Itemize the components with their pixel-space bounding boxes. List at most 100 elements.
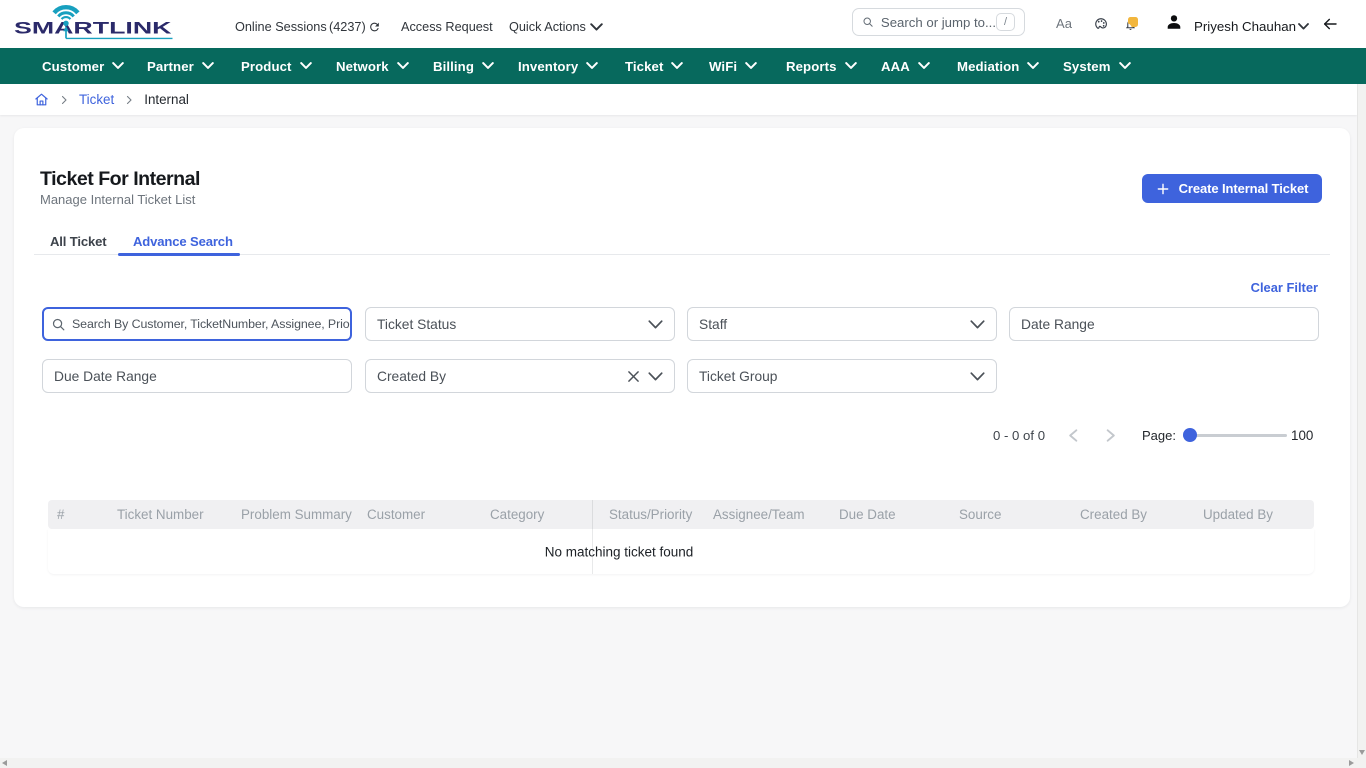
chevron-down-icon bbox=[1119, 62, 1131, 70]
nav-item-label: Mediation bbox=[957, 59, 1019, 74]
home-icon bbox=[34, 92, 49, 107]
nav-item-reports[interactable]: Reports bbox=[786, 48, 857, 84]
chevron-down-icon bbox=[1027, 62, 1039, 70]
ticket-group-select[interactable]: Ticket Group bbox=[687, 359, 997, 393]
empty-state-text: No matching ticket found bbox=[545, 544, 694, 559]
nav-item-ticket[interactable]: Ticket bbox=[625, 48, 683, 84]
scroll-left-arrow-icon[interactable] bbox=[2, 760, 7, 766]
app-root: SMARTLINK Online Sessions (4237) Access … bbox=[0, 0, 1366, 768]
ticket-table: # Ticket Number Problem Summary Customer… bbox=[48, 500, 1314, 574]
quick-actions[interactable]: Quick Actions bbox=[509, 3, 603, 51]
staff-select[interactable]: Staff bbox=[687, 307, 997, 341]
ticket-status-select[interactable]: Ticket Status bbox=[365, 307, 675, 341]
chevron-down-icon bbox=[202, 62, 214, 70]
horizontal-scrollbar[interactable] bbox=[0, 758, 1366, 768]
nav-item-partner[interactable]: Partner bbox=[147, 48, 214, 84]
column-header-created-by[interactable]: Created By bbox=[1071, 507, 1194, 522]
page-size-value: 100 bbox=[1291, 428, 1313, 443]
nav-item-billing[interactable]: Billing bbox=[433, 48, 494, 84]
ticket-search-input[interactable]: Search By Customer, TicketNumber, Assign… bbox=[42, 307, 352, 341]
chevron-down-icon bbox=[1298, 23, 1309, 30]
user-menu[interactable]: Priyesh Chauhan bbox=[1194, 2, 1309, 50]
vertical-scrollbar[interactable] bbox=[1357, 84, 1366, 758]
nav-item-label: Product bbox=[241, 59, 292, 74]
column-header-problem-summary[interactable]: Problem Summary bbox=[232, 507, 358, 522]
breadcrumb-separator-icon bbox=[123, 94, 135, 106]
page-subtitle: Manage Internal Ticket List bbox=[40, 193, 195, 206]
clear-filter-link[interactable]: Clear Filter bbox=[1251, 280, 1318, 295]
chevron-down-icon bbox=[648, 372, 663, 381]
notifications-button[interactable] bbox=[1123, 16, 1139, 31]
chevron-down-icon bbox=[482, 62, 494, 70]
nav-item-mediation[interactable]: Mediation bbox=[957, 48, 1039, 84]
page-size-label: Page: bbox=[1142, 428, 1176, 443]
chevron-down-icon bbox=[845, 62, 857, 70]
table-empty-row: No matching ticket found bbox=[48, 529, 1314, 574]
breadcrumb-separator-icon bbox=[58, 94, 70, 106]
chevron-down-icon bbox=[745, 62, 757, 70]
main-navbar: Customer Partner Product Network Billing Inve… bbox=[0, 48, 1366, 84]
column-header-status-priority[interactable]: Status/Priority bbox=[592, 507, 704, 522]
global-search-input[interactable]: Search or jump to... / bbox=[852, 8, 1025, 36]
search-icon bbox=[51, 317, 66, 332]
nav-item-aaa[interactable]: AAA bbox=[881, 48, 930, 84]
date-range-input[interactable]: Date Range bbox=[1009, 307, 1319, 341]
chevron-down-icon bbox=[970, 372, 985, 381]
table-header-row: # Ticket Number Problem Summary Customer… bbox=[48, 500, 1314, 529]
breadcrumb-link-ticket[interactable]: Ticket bbox=[79, 92, 114, 107]
column-header-assignee-team[interactable]: Assignee/Team bbox=[704, 507, 830, 522]
column-header-category[interactable]: Category bbox=[481, 507, 592, 522]
nav-item-label: WiFi bbox=[709, 59, 737, 74]
nav-item-label: Partner bbox=[147, 59, 194, 74]
tab-all-ticket[interactable]: All Ticket bbox=[50, 228, 106, 254]
pagination-next-button[interactable] bbox=[1102, 426, 1120, 444]
user-avatar-icon[interactable] bbox=[1165, 13, 1183, 31]
column-header-updated-by[interactable]: Updated By bbox=[1194, 507, 1314, 522]
nav-item-system[interactable]: System bbox=[1063, 48, 1131, 84]
user-name: Priyesh Chauhan bbox=[1194, 19, 1296, 34]
breadcrumb-current: Internal bbox=[144, 92, 189, 107]
chevron-left-icon bbox=[1068, 429, 1078, 442]
back-arrow-button[interactable] bbox=[1321, 15, 1338, 32]
refresh-icon[interactable] bbox=[368, 21, 381, 34]
created-by-select[interactable]: Created By bbox=[365, 359, 675, 393]
pagination-prev-button[interactable] bbox=[1064, 426, 1082, 444]
chevron-down-icon bbox=[397, 62, 409, 70]
column-header-customer[interactable]: Customer bbox=[358, 507, 481, 522]
tab-advance-search[interactable]: Advance Search bbox=[133, 228, 233, 254]
nav-item-customer[interactable]: Customer bbox=[42, 48, 124, 84]
top-header: SMARTLINK Online Sessions (4237) Access … bbox=[0, 0, 1366, 48]
page-size-slider-thumb[interactable] bbox=[1183, 428, 1197, 442]
theme-palette-icon[interactable] bbox=[1094, 17, 1108, 31]
access-request[interactable]: Access Request bbox=[401, 3, 493, 51]
nav-item-product[interactable]: Product bbox=[241, 48, 312, 84]
plus-icon bbox=[1156, 182, 1170, 196]
font-size-toggle[interactable]: Aa bbox=[1052, 14, 1076, 32]
column-header-due-date[interactable]: Due Date bbox=[830, 507, 950, 522]
staff-label: Staff bbox=[699, 317, 970, 332]
nav-item-label: Billing bbox=[433, 59, 474, 74]
nav-item-label: Reports bbox=[786, 59, 837, 74]
quick-actions-label: Quick Actions bbox=[509, 20, 586, 34]
online-sessions[interactable]: Online Sessions (4237) bbox=[235, 3, 385, 51]
nav-item-inventory[interactable]: Inventory bbox=[518, 48, 598, 84]
smartlink-logo[interactable]: SMARTLINK bbox=[14, 0, 174, 42]
scroll-down-arrow-icon[interactable] bbox=[1359, 750, 1365, 755]
due-date-range-input[interactable]: Due Date Range bbox=[42, 359, 352, 393]
column-header-source[interactable]: Source bbox=[950, 507, 1071, 522]
scroll-right-arrow-icon[interactable] bbox=[1349, 760, 1354, 766]
breadcrumb-home-icon[interactable] bbox=[34, 92, 49, 107]
nav-item-label: Network bbox=[336, 59, 389, 74]
notification-badge bbox=[1128, 17, 1138, 27]
chevron-down-icon bbox=[112, 62, 124, 70]
nav-item-network[interactable]: Network bbox=[336, 48, 409, 84]
clear-icon[interactable] bbox=[628, 371, 639, 382]
column-header-index[interactable]: # bbox=[48, 507, 108, 522]
nav-item-wifi[interactable]: WiFi bbox=[709, 48, 757, 84]
due-date-range-placeholder: Due Date Range bbox=[54, 369, 351, 384]
page-size-slider-track[interactable] bbox=[1183, 434, 1287, 437]
ticket-search-placeholder: Search By Customer, TicketNumber, Assign… bbox=[72, 317, 350, 331]
create-internal-ticket-button[interactable]: Create Internal Ticket bbox=[1142, 174, 1322, 203]
date-range-placeholder: Date Range bbox=[1021, 317, 1318, 332]
column-header-ticket-number[interactable]: Ticket Number bbox=[108, 507, 232, 522]
